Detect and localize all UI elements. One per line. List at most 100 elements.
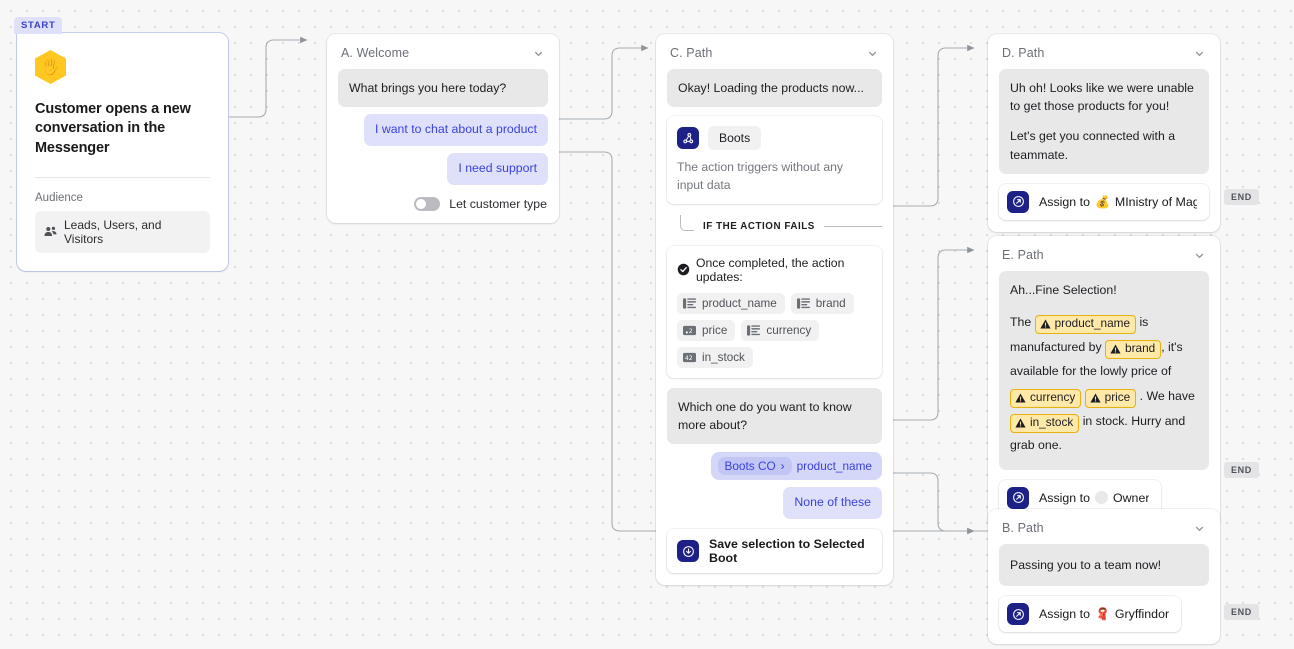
let-customer-type-row[interactable]: Let customer type bbox=[338, 197, 548, 212]
audience-chip[interactable]: Leads, Users, and Visitors bbox=[35, 210, 210, 253]
reply-option-1[interactable]: I need support bbox=[447, 153, 548, 186]
assign-row-d[interactable]: Assign to 💰 MInistry of Magic Le... bbox=[999, 183, 1209, 220]
assign-prefix: Assign to bbox=[1039, 194, 1090, 209]
attribute-name: currency bbox=[766, 323, 812, 337]
attribute-chip[interactable]: 2 price bbox=[677, 319, 736, 341]
token-label: price bbox=[1104, 390, 1131, 405]
check-circle-icon bbox=[677, 264, 690, 276]
token-product-name[interactable]: product_name bbox=[1034, 315, 1137, 335]
warning-icon bbox=[1040, 319, 1051, 329]
audience-value: Leads, Users, and Visitors bbox=[64, 217, 162, 246]
assign-prefix: Assign to bbox=[1039, 607, 1090, 622]
flow-canvas[interactable]: START 🖐 Customer opens a new conversatio… bbox=[0, 0, 1294, 649]
text-type-icon bbox=[683, 298, 696, 309]
path-d-header[interactable]: D. Path bbox=[999, 45, 1209, 69]
token-price[interactable]: price bbox=[1084, 389, 1137, 408]
start-card-title: Customer opens a new conversation in the… bbox=[35, 101, 191, 156]
end-badge-b: END bbox=[1224, 604, 1259, 620]
path-b-title: B. Path bbox=[1002, 521, 1044, 535]
workflow-icon bbox=[677, 127, 699, 150]
token-label: product_name bbox=[1054, 316, 1131, 331]
e-seg-0: The bbox=[1010, 315, 1035, 330]
warning-icon bbox=[1015, 418, 1026, 428]
token-currency[interactable]: currency bbox=[1010, 389, 1082, 408]
assign-icon bbox=[1007, 486, 1029, 509]
assign-prefix: Assign to bbox=[1039, 490, 1090, 505]
let-customer-type-toggle[interactable] bbox=[414, 197, 441, 212]
welcome-message: What brings you here today? bbox=[338, 69, 548, 108]
path-b-header[interactable]: B. Path bbox=[999, 520, 1209, 544]
attribute-chip[interactable]: brand bbox=[790, 292, 854, 314]
selector-source-label: Boots CO bbox=[724, 459, 776, 474]
save-circle-icon bbox=[677, 540, 699, 563]
chevron-down-icon[interactable] bbox=[866, 47, 879, 60]
chevron-down-icon[interactable] bbox=[1193, 522, 1206, 535]
assign-text-e: Assign to Owner bbox=[1039, 491, 1149, 505]
assign-row-b[interactable]: Assign to 🧣 Gryffindor bbox=[999, 596, 1182, 633]
path-e-card[interactable]: E. Path Ah...Fine Selection! The product… bbox=[988, 236, 1220, 528]
token-label: brand bbox=[1125, 340, 1156, 355]
attribute-name: brand bbox=[815, 296, 846, 310]
assign-icon bbox=[1007, 190, 1029, 213]
updates-label: Once completed, the action updates: bbox=[696, 255, 845, 284]
chevron-down-icon[interactable] bbox=[532, 47, 545, 60]
path-d-message-line-0: Uh oh! Looks like we were unable to get … bbox=[1010, 81, 1194, 114]
token-brand[interactable]: brand bbox=[1105, 339, 1162, 359]
end-badge-e: END bbox=[1224, 462, 1259, 478]
chevron-down-icon[interactable] bbox=[1193, 249, 1206, 262]
selector-source: Boots CO › bbox=[717, 457, 792, 476]
attribute-chip[interactable]: currency bbox=[741, 319, 820, 341]
path-c-question: Which one do you want to know more about… bbox=[667, 387, 882, 445]
path-d-card[interactable]: D. Path Uh oh! Looks like we were unable… bbox=[988, 34, 1220, 232]
updates-header: Once completed, the action updates: bbox=[677, 256, 872, 284]
action-card[interactable]: Boots The action triggers without any in… bbox=[667, 116, 882, 204]
action-note: The action triggers without any input da… bbox=[677, 160, 843, 192]
selector-pill[interactable]: Boots CO › product_name bbox=[710, 452, 882, 481]
warning-icon bbox=[1090, 393, 1101, 403]
assign-target: Gryffindor bbox=[1114, 607, 1170, 622]
welcome-card-header[interactable]: A. Welcome bbox=[338, 45, 548, 69]
token-in-stock[interactable]: in_stock bbox=[1010, 413, 1080, 433]
action-app-name: Boots bbox=[708, 126, 762, 151]
chevron-down-icon[interactable] bbox=[1193, 47, 1206, 60]
svg-text:42: 42 bbox=[685, 355, 693, 362]
attribute-name: product_name bbox=[702, 296, 777, 310]
text-type-icon bbox=[747, 325, 761, 336]
reply-option-0[interactable]: I want to chat about a product bbox=[363, 114, 548, 147]
if-action-fails-row: IF THE ACTION FAILS bbox=[667, 214, 882, 238]
save-selection-label: Save selection to Selected Boot bbox=[709, 537, 865, 566]
path-d-title: D. Path bbox=[1002, 46, 1045, 60]
none-of-these-reply[interactable]: None of these bbox=[783, 487, 882, 520]
fail-elbow bbox=[680, 214, 694, 231]
attribute-name: in_stock bbox=[702, 350, 745, 364]
path-e-line-1: Ah...Fine Selection! bbox=[1010, 283, 1117, 297]
assign-text-b: Assign to 🧣 Gryffindor bbox=[1039, 607, 1169, 621]
attribute-chip[interactable]: 42 in_stock bbox=[677, 346, 753, 368]
path-c-header[interactable]: C. Path bbox=[667, 45, 882, 69]
decimal-type-icon: 2 bbox=[683, 325, 696, 335]
assign-text-d: Assign to 💰 MInistry of Magic Le... bbox=[1039, 195, 1197, 209]
start-badge: START bbox=[14, 17, 63, 34]
warning-icon bbox=[1015, 393, 1026, 403]
welcome-card-title: A. Welcome bbox=[341, 46, 410, 60]
start-card[interactable]: 🖐 Customer opens a new conversation in t… bbox=[17, 33, 228, 271]
wave-hand-icon: 🖐 bbox=[35, 50, 66, 84]
path-b-card[interactable]: B. Path Passing you to a team now! Assig… bbox=[988, 509, 1220, 645]
attribute-chip[interactable]: product_name bbox=[677, 292, 785, 314]
owner-avatar bbox=[1094, 491, 1108, 505]
scarf-emoji: 🧣 bbox=[1094, 607, 1110, 622]
path-d-message-line-1: Let's get you connected with a teammate. bbox=[1010, 129, 1176, 162]
path-e-header[interactable]: E. Path bbox=[999, 247, 1209, 271]
number-type-icon: 42 bbox=[683, 352, 696, 362]
selector-field: product_name bbox=[796, 459, 872, 474]
people-icon bbox=[44, 227, 57, 237]
path-c-title: C. Path bbox=[670, 46, 713, 60]
attribute-name: price bbox=[702, 323, 728, 337]
save-selection-card[interactable]: Save selection to Selected Boot bbox=[667, 529, 882, 574]
let-customer-type-label: Let customer type bbox=[449, 197, 547, 212]
welcome-card[interactable]: A. Welcome What brings you here today? I… bbox=[327, 34, 559, 224]
token-label: currency bbox=[1030, 390, 1076, 405]
path-c-card[interactable]: C. Path Okay! Loading the products now..… bbox=[656, 34, 893, 586]
wave-hand-emoji: 🖐 bbox=[41, 58, 60, 76]
action-header: Boots bbox=[677, 126, 872, 151]
